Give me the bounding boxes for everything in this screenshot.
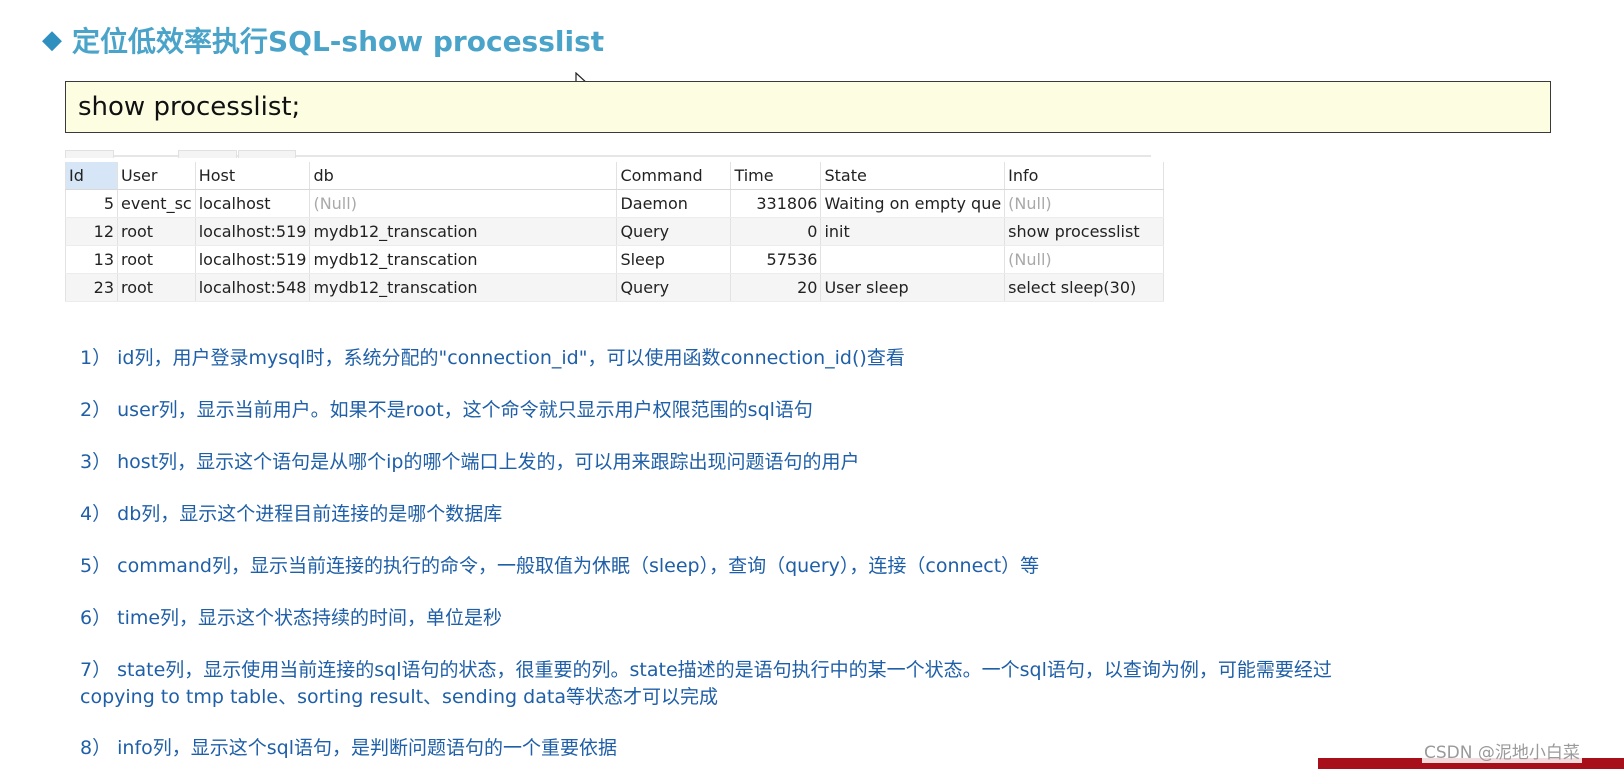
note-host-column: 3） host列，显示这个语句是从哪个ip的哪个端口上发的，可以用来跟踪出现问题… — [80, 451, 860, 473]
table-row[interactable]: 5 event_sc localhost (Null) Daemon 33180… — [65, 189, 1165, 218]
cell-command[interactable]: Sleep — [616, 245, 732, 274]
cell-info[interactable]: select sleep(30) — [1004, 273, 1165, 302]
cell-user[interactable]: event_sc — [117, 189, 196, 218]
note-id-column: 1） id列，用户登录mysql时，系统分配的"connection_id"，可… — [80, 347, 905, 369]
cell-command[interactable]: Query — [616, 217, 732, 246]
result-tab-strip — [65, 150, 1151, 158]
note-db-column: 4） db列，显示这个进程目前连接的是哪个数据库 — [80, 503, 503, 525]
cell-id[interactable]: 13 — [65, 245, 118, 274]
cell-db[interactable]: mydb12_transcation — [309, 217, 618, 246]
processlist-result-grid: Id User Host db Command Time State Info … — [65, 162, 1165, 302]
cell-state[interactable]: User sleep — [820, 273, 1006, 302]
cell-command[interactable]: Daemon — [616, 189, 732, 218]
note-info-column: 8） info列，显示这个sql语句，是判断问题语句的一个重要依据 — [80, 737, 618, 759]
slide-title-text: 定位低效率执行SQL-show processlist — [72, 25, 605, 58]
sql-command-box: show processlist; — [65, 81, 1551, 133]
cell-time[interactable]: 57536 — [730, 245, 822, 274]
cell-time[interactable]: 331806 — [730, 189, 822, 218]
cell-id[interactable]: 5 — [65, 189, 118, 218]
cell-info[interactable]: show processlist — [1004, 217, 1165, 246]
cell-host[interactable]: localhost:519 — [195, 245, 311, 274]
cell-user[interactable]: root — [117, 217, 196, 246]
column-header-time[interactable]: Time — [730, 162, 822, 190]
cell-id[interactable]: 23 — [65, 273, 118, 302]
column-header-db[interactable]: db — [309, 162, 618, 190]
result-tab[interactable] — [178, 150, 237, 158]
cell-user[interactable]: root — [117, 273, 196, 302]
cell-db[interactable]: mydb12_transcation — [309, 245, 618, 274]
note-state-line2: copying to tmp table、sorting result、send… — [80, 686, 718, 708]
diamond-bullet-icon: ◆ — [42, 25, 62, 55]
note-time-column: 6） time列，显示这个状态持续的时间，单位是秒 — [80, 607, 503, 629]
note-state-column: 7） state列，显示使用当前连接的sql语句的状态，很重要的列。state描… — [80, 657, 1332, 711]
cell-command[interactable]: Query — [616, 273, 732, 302]
result-tab[interactable] — [238, 150, 296, 158]
cell-db[interactable]: (Null) — [309, 189, 618, 218]
table-row[interactable]: 13 root localhost:519 mydb12_transcation… — [65, 245, 1165, 274]
cell-state[interactable]: init — [820, 217, 1006, 246]
cell-info[interactable]: (Null) — [1004, 189, 1165, 218]
note-state-line1: 7） state列，显示使用当前连接的sql语句的状态，很重要的列。state描… — [80, 659, 1332, 681]
cell-db[interactable]: mydb12_transcation — [309, 273, 618, 302]
cell-state[interactable]: Waiting on empty que — [820, 189, 1006, 218]
column-header-host[interactable]: Host — [195, 162, 311, 190]
column-header-id[interactable]: Id — [65, 162, 118, 190]
cell-info[interactable]: (Null) — [1004, 245, 1165, 274]
cell-id[interactable]: 12 — [65, 217, 118, 246]
table-row[interactable]: 23 root localhost:548 mydb12_transcation… — [65, 273, 1165, 302]
csdn-watermark: CSDN @泥地小白菜 — [1422, 738, 1582, 763]
column-header-state[interactable]: State — [820, 162, 1006, 190]
sql-command-text: show processlist; — [78, 92, 301, 122]
cell-state[interactable] — [820, 245, 1006, 274]
cell-time[interactable]: 20 — [730, 273, 822, 302]
cell-user[interactable]: root — [117, 245, 196, 274]
column-header-command[interactable]: Command — [616, 162, 732, 190]
table-row[interactable]: 12 root localhost:519 mydb12_transcation… — [65, 217, 1165, 246]
column-header-user[interactable]: User — [117, 162, 196, 190]
column-header-info[interactable]: Info — [1004, 162, 1165, 190]
cell-host[interactable]: localhost:519 — [195, 217, 311, 246]
cell-host[interactable]: localhost — [195, 189, 311, 218]
slide-title: ◆ 定位低效率执行SQL-show processlist — [42, 18, 604, 62]
grid-header-row: Id User Host db Command Time State Info — [65, 162, 1165, 190]
result-tab[interactable] — [65, 150, 114, 158]
note-command-column: 5） command列，显示当前连接的执行的命令，一般取值为休眠（sleep），… — [80, 555, 1040, 577]
cell-time[interactable]: 0 — [730, 217, 822, 246]
note-user-column: 2） user列，显示当前用户。如果不是root，这个命令就只显示用户权限范围的… — [80, 399, 813, 421]
cell-host[interactable]: localhost:548 — [195, 273, 311, 302]
